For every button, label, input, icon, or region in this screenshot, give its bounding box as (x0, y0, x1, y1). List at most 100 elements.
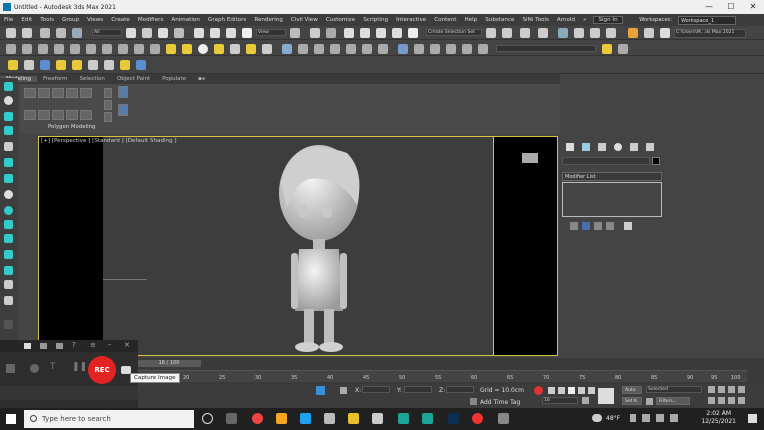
left-tool-15[interactable] (4, 296, 13, 305)
ribbon-options-icon[interactable]: ▪◂ (192, 76, 211, 82)
configure-modifier-sets-icon[interactable] (624, 222, 632, 230)
auto-key-button[interactable]: Auto (622, 386, 642, 394)
recorder-settings-icon[interactable] (56, 343, 63, 349)
scale-icon[interactable] (226, 28, 236, 38)
add-time-tag[interactable]: Add Time Tag (480, 399, 520, 406)
orbit-icon[interactable] (728, 397, 735, 404)
spinner-snap-icon[interactable] (392, 28, 402, 38)
toolbar-row3-icon-7[interactable] (104, 60, 114, 70)
toolbar-row2-icon-2[interactable] (22, 44, 32, 54)
system-icon[interactable] (346, 44, 356, 54)
volume-icon[interactable] (656, 414, 664, 422)
recorder-help-icon[interactable]: ? (72, 341, 76, 349)
toolbar-row2-icon-8[interactable] (118, 44, 128, 54)
toolbar-row2-icon-29[interactable] (618, 44, 628, 54)
recorder-mic-icon[interactable] (6, 364, 15, 373)
rectangular-selection-icon[interactable] (158, 28, 168, 38)
record-button[interactable]: REC (88, 356, 116, 384)
field-of-view-icon[interactable] (708, 397, 715, 404)
toolbar-row2-icon-23[interactable] (414, 44, 424, 54)
keyboard-shortcut-icon[interactable] (326, 28, 336, 38)
windows-start-icon[interactable] (6, 414, 16, 424)
file-explorer-icon[interactable] (276, 413, 287, 424)
recorder-minimize-icon[interactable]: – (108, 340, 112, 348)
left-tool-2[interactable] (4, 96, 13, 105)
pivot-center-icon[interactable] (290, 28, 300, 38)
recorder-folder-icon[interactable] (40, 343, 47, 349)
3dsmax-icon[interactable] (398, 413, 409, 424)
place-icon[interactable] (242, 28, 252, 38)
minimize-icon[interactable]: — (698, 0, 720, 14)
menu-interactive[interactable]: Interactive (392, 17, 430, 23)
notifications-icon[interactable] (748, 414, 757, 423)
zoom-icon[interactable] (708, 386, 715, 393)
record-key-icon[interactable] (534, 386, 543, 395)
left-tool-6[interactable] (4, 158, 13, 167)
task-view-icon[interactable] (226, 413, 237, 424)
close-icon[interactable]: ✕ (742, 0, 764, 14)
toggle-scene-explorer-icon[interactable] (520, 28, 530, 38)
viewport-label[interactable]: [+] [Perspective ] [Standard ] [Default … (41, 138, 177, 144)
left-tool-1[interactable] (4, 82, 13, 91)
schematic-view-icon[interactable] (574, 28, 584, 38)
ribbon-button-6[interactable] (104, 88, 112, 98)
spacewarp-icon[interactable] (330, 44, 340, 54)
ribbon-button-8[interactable] (118, 86, 128, 98)
ribbon-button-15[interactable] (118, 104, 128, 116)
maya-icon[interactable] (422, 413, 433, 424)
align-icon[interactable] (502, 28, 512, 38)
toolbar-row2-icon-27[interactable] (478, 44, 488, 54)
toolbar-row3-icon-2[interactable] (24, 60, 34, 70)
selection-filter-dropdown[interactable]: All (92, 29, 122, 36)
go-to-end-icon[interactable] (588, 387, 595, 394)
ribbon-button-4[interactable] (66, 88, 78, 98)
toolbar-row2-icon-1[interactable] (6, 44, 16, 54)
percent-snap-icon[interactable] (376, 28, 386, 38)
cortana-icon[interactable] (202, 413, 213, 424)
toolbar-row3-icon-3[interactable] (40, 60, 50, 70)
clock[interactable]: 2:02 AM 12/25/2021 (701, 410, 736, 426)
named-selection-dropdown[interactable]: Create Selection Set (426, 29, 482, 36)
toolbar-row2-icon-10[interactable] (150, 44, 160, 54)
next-frame-icon[interactable] (578, 387, 585, 394)
modifier-stack[interactable] (562, 182, 662, 217)
reference-coordinate-dropdown[interactable]: View (256, 29, 286, 36)
ribbon-button-1[interactable] (24, 88, 36, 98)
modifier-list-dropdown[interactable]: Modifier List (562, 172, 662, 181)
menu-sini-tools[interactable]: SiNi Tools (518, 17, 552, 23)
teapot-icon[interactable] (246, 44, 256, 54)
make-unique-icon[interactable] (594, 222, 602, 230)
lock-selection-icon[interactable] (340, 387, 347, 394)
menu-group[interactable]: Group (58, 17, 83, 23)
left-tool-16[interactable] (4, 320, 13, 329)
select-manipulate-icon[interactable] (310, 28, 320, 38)
toggle-layer-explorer-icon[interactable] (538, 28, 548, 38)
undo-icon[interactable] (6, 28, 16, 38)
recorder-pen-icon[interactable] (30, 364, 39, 373)
menu-graph-editors[interactable]: Graph Editors (204, 17, 250, 23)
modify-tab-icon[interactable] (582, 143, 590, 151)
menu-content[interactable]: Content (430, 17, 460, 23)
toolbar-row2-icon-28[interactable] (602, 44, 612, 54)
render-production-icon[interactable] (644, 28, 654, 38)
taskbar-app-icon-1[interactable] (324, 413, 335, 424)
bind-spacewarp-icon[interactable] (72, 28, 82, 38)
toolbar-row2-icon-4[interactable] (54, 44, 64, 54)
ribbon-button-14[interactable] (104, 112, 112, 122)
cube-icon[interactable] (166, 44, 176, 54)
key-filters-button[interactable]: Filters... (656, 397, 690, 405)
render-setup-icon[interactable] (606, 28, 616, 38)
ribbon-button-10[interactable] (38, 110, 50, 120)
left-tool-8[interactable] (4, 190, 13, 199)
ribbon-button-9[interactable] (24, 110, 36, 120)
edit-named-selection-icon[interactable] (408, 28, 418, 38)
left-tool-7[interactable] (4, 174, 13, 183)
torus-icon[interactable] (214, 44, 224, 54)
toolbar-row2-icon-9[interactable] (134, 44, 144, 54)
menu-arnold[interactable]: Arnold (553, 17, 579, 23)
toolbar-row2-dropdown[interactable] (496, 45, 596, 52)
render-frame-window-icon[interactable] (628, 28, 638, 38)
rotate-icon[interactable] (210, 28, 220, 38)
weather-icon[interactable] (592, 414, 602, 422)
z-coordinate-field[interactable] (446, 386, 474, 393)
